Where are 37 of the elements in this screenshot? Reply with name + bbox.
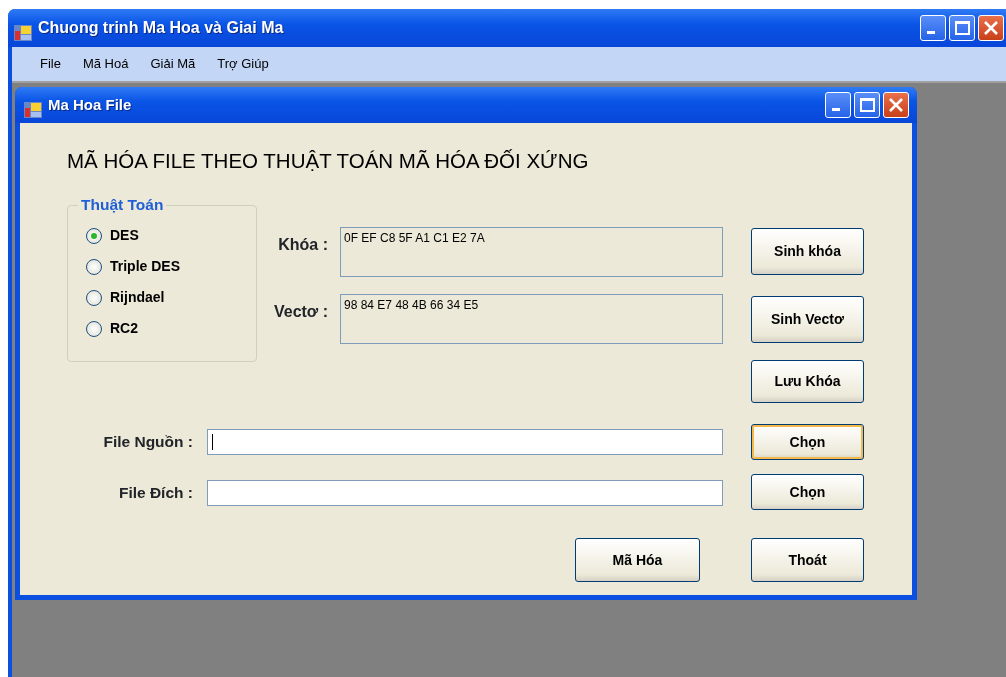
menu-item[interactable]: File — [30, 54, 73, 74]
side-button[interactable]: Sinh khóa — [751, 228, 864, 275]
window-title: Ma Hoa File — [48, 94, 132, 115]
close-button[interactable] — [978, 15, 1004, 41]
close-icon — [888, 97, 904, 113]
input-field[interactable] — [207, 429, 723, 455]
field-label: File Đích : — [117, 483, 193, 504]
radio-option[interactable]: DES — [86, 220, 139, 251]
app-icon — [14, 24, 32, 41]
close-icon — [983, 20, 999, 36]
browse-button[interactable]: Chọn — [751, 424, 864, 460]
field-label: Vectơ : — [272, 302, 329, 322]
minimize-button[interactable] — [920, 15, 946, 41]
maximize-button[interactable] — [949, 15, 975, 41]
radio-option[interactable]: RC2 — [86, 313, 138, 344]
text-field[interactable]: 98 84 E7 48 4B 66 34 E5 — [340, 294, 723, 344]
app-icon — [24, 101, 42, 118]
menu-item[interactable]: Giải Mã — [140, 54, 208, 74]
encrypt-button[interactable]: Mã Hóa — [575, 538, 700, 582]
text-field[interactable]: 0F EF C8 5F A1 C1 E2 7A — [340, 227, 723, 277]
field-label: Khóa : — [277, 235, 329, 255]
group-title: Thuật Toán — [78, 196, 167, 214]
input-field[interactable] — [207, 480, 723, 506]
close-button[interactable] — [883, 92, 909, 118]
field-label: File Nguồn : — [102, 432, 193, 453]
browse-button[interactable]: Chọn — [751, 474, 864, 510]
side-button[interactable]: Sinh Vectơ — [751, 296, 864, 343]
side-button[interactable]: Lưu Khóa — [751, 360, 864, 403]
radio-option[interactable]: Triple DES — [86, 251, 181, 282]
radio-option[interactable]: Rijndael — [86, 282, 165, 313]
form-heading: MÃ HÓA FILE THEO THUẬT TOÁN MÃ HÓA ĐỐI XỨNG — [67, 148, 590, 173]
menu-item[interactable]: Trợ Giúp — [207, 54, 281, 74]
menu-item[interactable]: Mã Hoá — [72, 54, 141, 74]
exit-button[interactable]: Thoát — [751, 538, 864, 582]
window-title: Chuong trinh Ma Hoa và Giai Ma — [38, 18, 284, 38]
minimize-button[interactable] — [825, 92, 851, 118]
maximize-button[interactable] — [854, 92, 880, 118]
